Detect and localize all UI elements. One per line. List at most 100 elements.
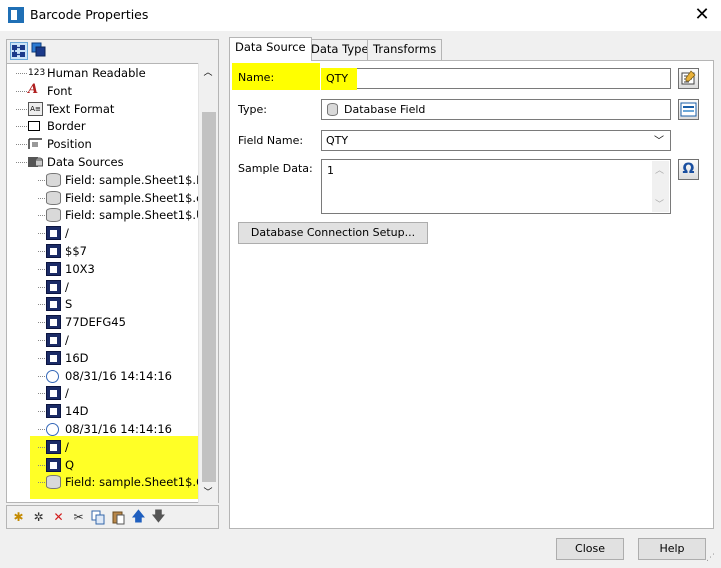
name-edit-button[interactable]: [678, 68, 699, 89]
tree-connector: [38, 251, 45, 252]
scroll-up-icon[interactable]: ︿: [655, 163, 664, 176]
tree-connector: [38, 482, 45, 484]
move-down-icon[interactable]: 🡇: [151, 510, 166, 525]
tree-connector: [38, 268, 45, 270]
cut-icon[interactable]: ✂: [71, 510, 86, 525]
tree-item-label: Font: [47, 83, 73, 98]
tree-connector: [38, 179, 45, 181]
tree-connector: [38, 411, 45, 413]
tree-connector: [38, 429, 45, 430]
tree-item-label: Field: sample.Sheet1$.QTY: [65, 475, 198, 490]
tree-connector: [38, 464, 45, 466]
tree-connector: [38, 197, 45, 199]
tree-item-label: Data Sources: [47, 155, 124, 169]
tree-item-label: 14D: [65, 404, 89, 419]
scroll-thumb[interactable]: [202, 112, 216, 482]
constant-icon: [46, 456, 62, 474]
tree-item-label: /: [65, 439, 69, 454]
scroll-up-icon[interactable]: ︿: [200, 66, 216, 80]
tree-item-label: 08/31/16 14:14:16: [65, 368, 172, 383]
constant-icon: [46, 242, 62, 260]
tree-connector: [38, 340, 45, 341]
special-characters-button[interactable]: Ω: [678, 159, 699, 180]
clock-icon: [46, 367, 62, 385]
tree-connector: [38, 233, 45, 235]
database-connection-setup-button[interactable]: Database Connection Setup...: [238, 222, 428, 244]
tree-nodes: 123 Human Readable A Font A≡ Text Format Borde…: [0, 0, 198, 503]
close-button[interactable]: Close: [556, 538, 624, 560]
tree-item-label: /: [65, 226, 69, 241]
tree-connector: [16, 162, 27, 163]
tree-item-label: 08/31/16 14:14:16: [65, 422, 172, 436]
text-format-icon: A≡: [28, 100, 44, 118]
tree-connector: [16, 90, 27, 92]
tree-item-label: Human Readable: [47, 66, 146, 80]
tree-item-label: /: [65, 386, 69, 401]
sample-data-label: Sample Data:: [238, 162, 313, 175]
constant-icon: [46, 438, 62, 456]
scroll-down-icon[interactable]: ﹀: [200, 486, 216, 500]
resize-grip-icon[interactable]: ⋰: [706, 553, 718, 565]
database-icon: [46, 206, 62, 224]
database-icon: [46, 473, 62, 491]
constant-icon: [46, 349, 62, 367]
tree-item-label: Field: sample.Sheet1$.cat: [65, 190, 198, 205]
move-up-icon[interactable]: 🡅: [131, 510, 146, 525]
database-icon: [46, 171, 62, 189]
paste-icon[interactable]: [111, 510, 126, 525]
sample-data-input[interactable]: [321, 159, 671, 214]
name-input[interactable]: [321, 68, 671, 89]
database-icon: [327, 103, 338, 116]
tab-data-source[interactable]: Data Source: [229, 37, 312, 61]
help-button[interactable]: Help: [638, 538, 706, 560]
tree-connector: [38, 322, 45, 324]
constant-icon: [46, 313, 62, 331]
tree-connector: [38, 357, 45, 359]
chevron-down-icon[interactable]: ﹀: [654, 132, 664, 147]
type-value: Database Field: [344, 103, 426, 116]
tree-edit-toolbar: ✱ ✲ ✕ ✂ 🡅 🡇: [6, 505, 219, 529]
type-select-button[interactable]: [678, 99, 699, 120]
tree-item-label: 16D: [65, 350, 89, 365]
tab-transforms[interactable]: Transforms: [367, 39, 443, 60]
close-icon[interactable]: ✕: [690, 3, 714, 27]
tree-connector: [16, 73, 27, 74]
tree-connector: [38, 215, 45, 217]
tree-connector: [16, 144, 27, 146]
tree-item-label: Q: [65, 457, 75, 472]
tree-item-label: Text Format: [47, 101, 115, 116]
constant-icon: [46, 278, 62, 296]
wizard-icon[interactable]: ✲: [31, 510, 46, 525]
tree-item-label: 10X3: [65, 261, 95, 276]
constant-icon: [46, 295, 62, 313]
position-icon: [28, 135, 44, 153]
constant-icon: [46, 260, 62, 278]
border-icon: [28, 117, 44, 135]
constant-icon: [46, 402, 62, 420]
tree-connector: [38, 375, 45, 377]
constant-icon: [46, 224, 62, 242]
tree-item-label: $$7: [65, 244, 87, 258]
name-label: Name:: [238, 71, 275, 84]
new-icon[interactable]: ✱: [11, 510, 26, 525]
tree-connector: [38, 304, 45, 306]
tree-item-label: Field: sample.Sheet1$.LIC: [65, 172, 198, 187]
tree-item-label: /: [65, 333, 69, 347]
scroll-down-icon[interactable]: ﹀: [655, 197, 664, 210]
copy-icon[interactable]: [91, 510, 106, 525]
tree-connector: [38, 393, 45, 395]
tree-connector: [16, 126, 27, 128]
database-icon: [46, 189, 62, 207]
delete-icon[interactable]: ✕: [51, 510, 66, 525]
field-name-select[interactable]: [321, 130, 671, 151]
field-name-value: QTY: [326, 134, 349, 147]
numbers-icon: 123: [28, 68, 46, 78]
type-label: Type:: [238, 103, 267, 116]
tree-connector: [16, 108, 27, 110]
tab-data-type[interactable]: Data Type: [305, 39, 375, 60]
clock-icon: [46, 420, 62, 438]
name-value: QTY: [326, 72, 349, 85]
constant-icon: [46, 384, 62, 402]
tree-item-label: S: [65, 297, 73, 312]
sample-data-value: 1: [327, 164, 334, 177]
